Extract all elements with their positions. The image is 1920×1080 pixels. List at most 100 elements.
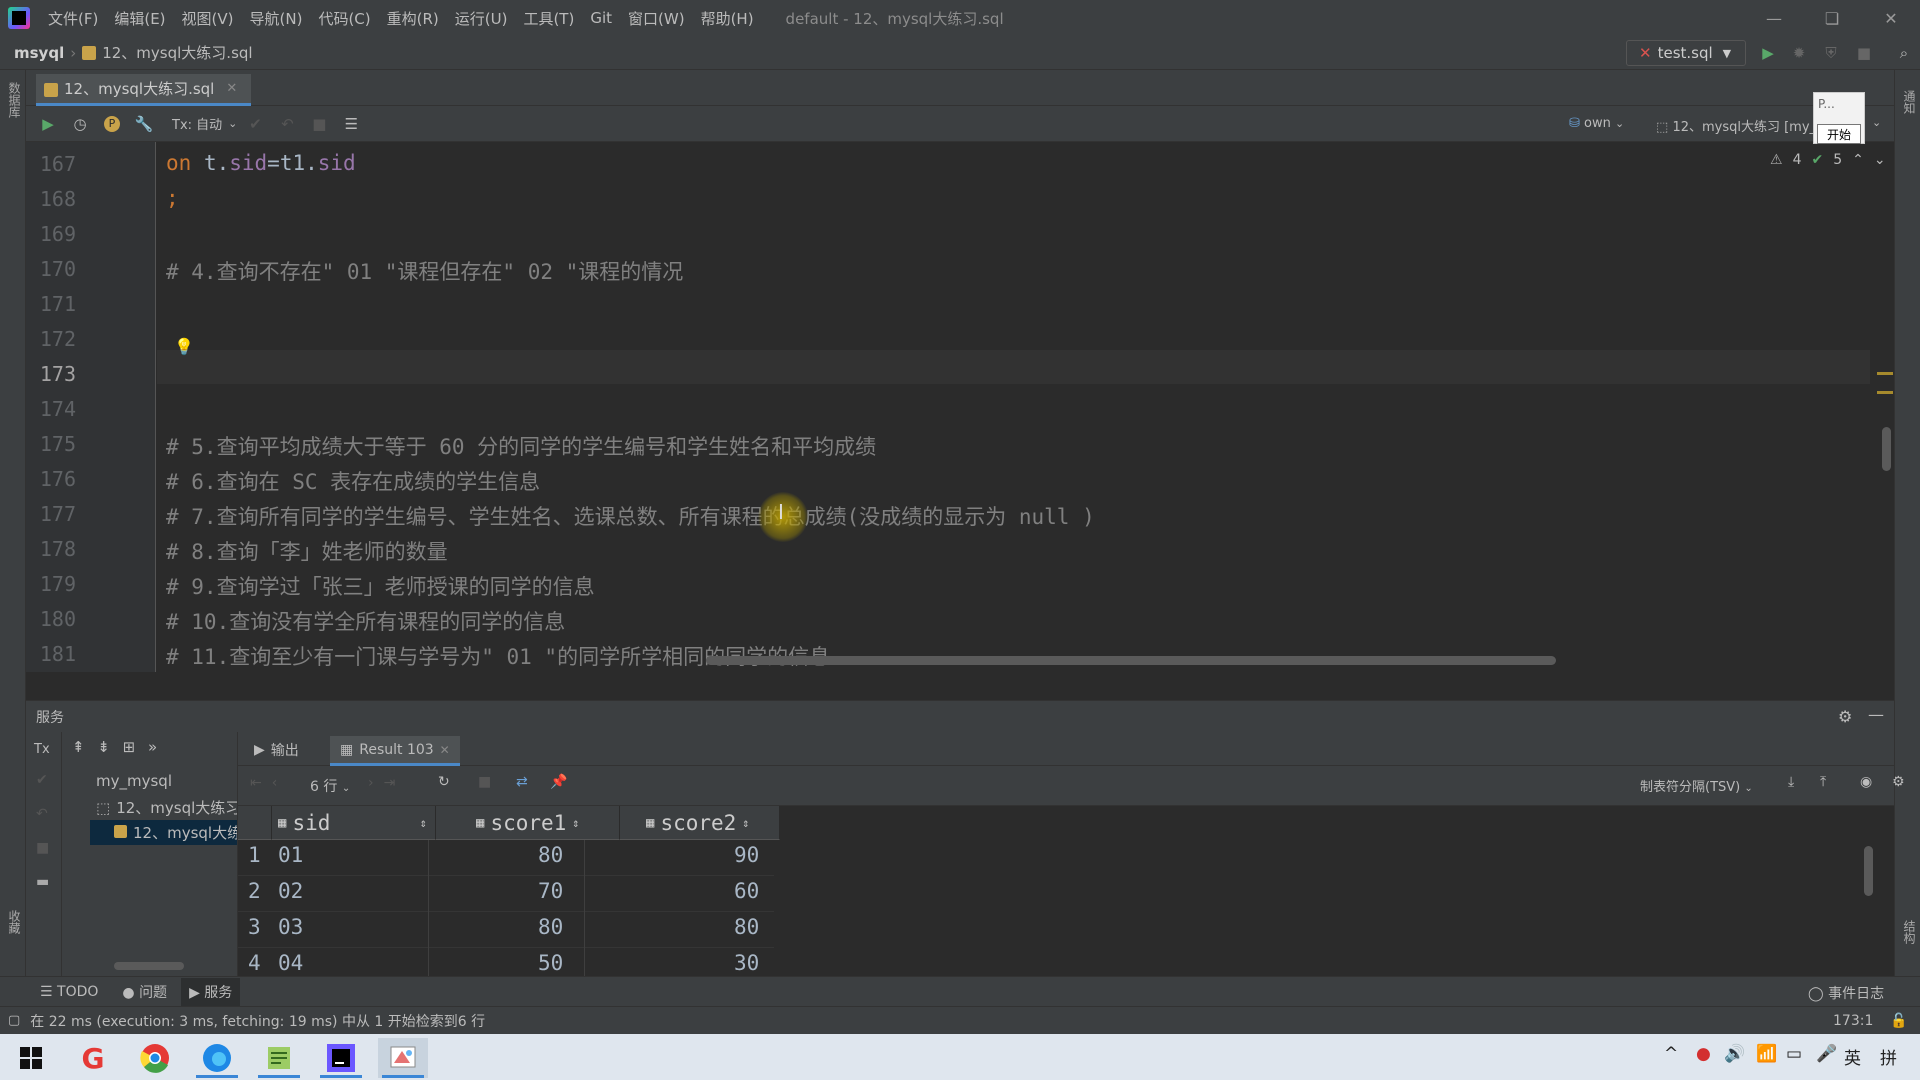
cell-score1[interactable]: 70 (538, 879, 563, 903)
structure-tool-tab[interactable]: 结构 (1901, 920, 1918, 944)
tx-icon[interactable]: Tx (34, 742, 50, 757)
gear-icon[interactable]: ⚙ (1892, 774, 1905, 790)
chevron-down-icon[interactable]: ⌄ (1872, 116, 1881, 129)
cell-sid[interactable]: 03 (278, 915, 303, 939)
menu-edit[interactable]: 编辑(E) (106, 8, 173, 29)
results-layout-icon[interactable]: ☰ (337, 110, 365, 138)
comment-line[interactable]: # 5.查询平均成绩大于等于 60 分的同学的学生编号和学生姓名和平均成绩 (166, 431, 876, 461)
console-selector[interactable]: ⬚ 12、mysql大练习 [my_ (1656, 116, 1816, 135)
history-icon[interactable]: ◷ (66, 110, 94, 138)
menu-navigate[interactable]: 导航(N) (242, 8, 311, 29)
first-page-icon[interactable]: ⇤‹ (250, 775, 287, 791)
datagrip-taskbar-icon[interactable] (316, 1038, 366, 1078)
app-g-icon[interactable]: G (68, 1038, 118, 1078)
column-header-sid[interactable]: ▦ sid ⇕ (272, 806, 436, 840)
notepad-icon[interactable] (254, 1038, 304, 1078)
cell-score2[interactable]: 90 (734, 843, 759, 867)
compare-icon[interactable]: ⇄ (516, 774, 528, 790)
download-icon[interactable]: ⤓ (1788, 774, 1794, 790)
gear-icon[interactable]: ⚙ (1838, 707, 1852, 726)
comment-line[interactable]: # 8.查询「李」姓老师的数量 (166, 536, 448, 566)
breadcrumb-project[interactable]: msyql (14, 44, 64, 62)
column-header-score2[interactable]: ▦ score2 ⇕ (620, 806, 780, 840)
menu-file[interactable]: 文件(F) (40, 8, 106, 29)
rollback-icon[interactable]: ↶ (273, 110, 301, 138)
stop-icon[interactable]: ■ (36, 840, 49, 856)
cancel-statement-icon[interactable]: ■ (305, 110, 333, 138)
tree-item-connection[interactable]: my_mysql (96, 772, 172, 790)
sort-icon[interactable]: ⇕ (420, 816, 427, 830)
menu-git[interactable]: Git (582, 9, 620, 27)
database-tool-tab[interactable]: 数据库 (6, 82, 23, 118)
execute-icon[interactable]: ▶ (34, 110, 62, 138)
upload-icon[interactable]: ⤒ (1820, 774, 1826, 790)
paint-icon[interactable] (378, 1038, 428, 1078)
event-log-tab[interactable]: ◯ 事件日志 (1808, 983, 1884, 1003)
lock-icon[interactable]: 🔓 (1890, 1013, 1907, 1029)
run-config-selector[interactable]: ✕ test.sql ▼ (1626, 40, 1746, 66)
grid-vertical-scrollbar[interactable] (1864, 846, 1873, 896)
chrome-icon[interactable] (130, 1038, 180, 1078)
row-count-selector[interactable]: 6 行 ⌄ (310, 776, 350, 796)
export-format-selector[interactable]: 制表符分隔(TSV) ⌄ (1640, 776, 1753, 795)
record-icon[interactable]: ● (1696, 1044, 1711, 1064)
menu-code[interactable]: 代码(C) (310, 8, 378, 29)
vertical-scrollbar[interactable] (1882, 427, 1891, 471)
table-row[interactable]: 1 01 80 90 (238, 840, 774, 876)
layout-icon[interactable]: ▬ (36, 874, 49, 890)
stop-icon[interactable]: ■ (1853, 42, 1875, 64)
layout-toggle-icon[interactable]: ▢ (8, 1013, 20, 1028)
hide-panel-icon[interactable]: — (1868, 705, 1884, 724)
problems-tab[interactable]: ● 问题 (122, 982, 167, 1002)
tab-output[interactable]: ▶ 输出 (254, 740, 299, 760)
last-page-icon[interactable]: ›⇥ (368, 775, 405, 791)
menu-run[interactable]: 运行(U) (447, 8, 516, 29)
ime-mode-indicator[interactable]: 拼 (1880, 1044, 1897, 1069)
windows-start-icon[interactable] (6, 1038, 56, 1078)
column-header-score1[interactable]: ▦ score1 ⇕ (436, 806, 620, 840)
tree-item-session-selected[interactable]: 12、mysql大练 (90, 820, 237, 845)
popup-start-button[interactable]: 开始 (1817, 124, 1861, 144)
stop-icon[interactable]: ■ (478, 774, 491, 790)
tab-result[interactable]: ▦ Result 103 ✕ (330, 736, 460, 766)
menu-view[interactable]: 视图(V) (174, 8, 242, 29)
close-tab-icon[interactable]: ✕ (440, 743, 450, 757)
notifications-tool-tab[interactable]: 通知 (1901, 90, 1918, 114)
close-icon[interactable]: ✕ (1862, 0, 1920, 36)
code-line[interactable]: on t.sid=t1.sid (166, 151, 356, 175)
cell-score1[interactable]: 80 (538, 915, 563, 939)
sql-editor[interactable]: 167 168 169 170 171 172 173 174 175 176 … (26, 142, 1894, 672)
lightbulb-icon[interactable]: 💡 (174, 337, 194, 356)
pin-icon[interactable]: 📌 (550, 774, 567, 790)
favorites-tool-tab[interactable]: 收藏 (6, 910, 23, 934)
cell-score1[interactable]: 80 (538, 843, 563, 867)
cell-sid[interactable]: 04 (278, 951, 303, 975)
restore-icon[interactable]: ❏ (1803, 0, 1861, 36)
menu-tools[interactable]: 工具(T) (515, 8, 582, 29)
table-row[interactable]: 3 03 80 80 (238, 912, 774, 948)
menu-refactor[interactable]: 重构(R) (379, 8, 447, 29)
schema-selector[interactable]: ⛁ own ⌄ (1569, 116, 1624, 131)
microphone-icon[interactable]: 🎤 (1816, 1044, 1837, 1064)
chevron-up-icon[interactable]: ⌃ (1852, 152, 1864, 168)
tree-toolbar[interactable]: ⇞ ⇟ ⊞ » (72, 738, 161, 756)
cell-score2[interactable]: 80 (734, 915, 759, 939)
comment-line[interactable]: # 4.查询不存在" 01 "课程但存在" 02 "课程的情况 (166, 256, 683, 286)
code-line[interactable]: ; (166, 186, 179, 210)
result-grid[interactable]: ▦ sid ⇕ ▦ score1 ⇕ ▦ score2 ⇕ 1 01 80 90 2 02 … (238, 806, 1894, 976)
editor-tab-file[interactable]: 12、mysql大练习.sql ✕ (36, 74, 252, 106)
comment-line[interactable]: # 9.查询学过「张三」老师授课的同学的信息 (166, 571, 595, 601)
services-tab[interactable]: ▶ 服务 (181, 977, 241, 1006)
tree-item-console[interactable]: ⬚ 12、mysql大练习 (96, 797, 237, 818)
commit-icon[interactable]: ✔ (36, 772, 48, 788)
refresh-icon[interactable]: ↻ (438, 774, 450, 790)
cell-sid[interactable]: 02 (278, 879, 303, 903)
sort-icon[interactable]: ⇕ (572, 816, 579, 830)
todo-tab[interactable]: ☰ TODO (40, 984, 98, 1000)
horizontal-scrollbar[interactable] (706, 656, 1556, 665)
close-tab-icon[interactable]: ✕ (226, 81, 237, 96)
volume-icon[interactable]: 🔊 (1724, 1044, 1745, 1064)
debug-icon[interactable]: ✹ (1788, 42, 1810, 64)
minimize-icon[interactable]: — (1745, 0, 1803, 36)
tray-expand-icon[interactable]: ^ (1664, 1044, 1678, 1064)
